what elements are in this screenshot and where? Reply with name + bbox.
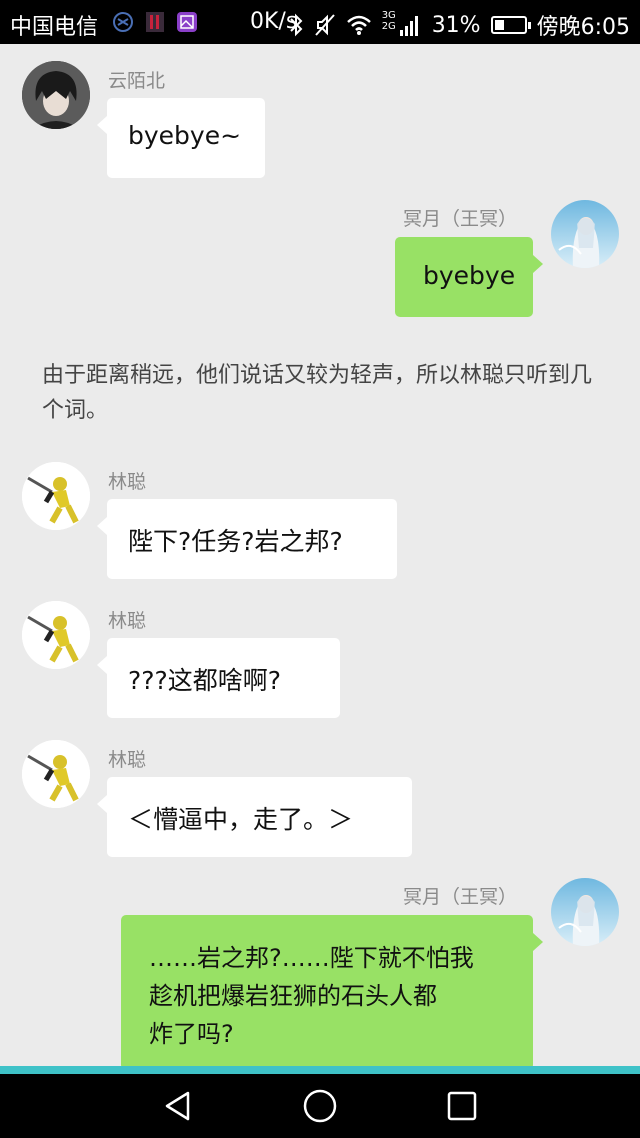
cellular-signal-icon: 3G 2G xyxy=(382,10,422,38)
narration-text: 由于距离稍远，他们说话又较为轻声，所以林聪只听到几个词。 xyxy=(42,363,593,423)
avatar-anime-girl-icon xyxy=(551,878,619,946)
message-text: ???这都啥啊? xyxy=(128,666,282,695)
mute-icon xyxy=(314,14,335,36)
avatar-yellow-ranger-icon xyxy=(22,462,90,530)
message-text: ＜懵逼中，走了。＞ xyxy=(128,805,354,834)
recent-square-icon[interactable] xyxy=(444,1088,480,1124)
message-text: byebye~ xyxy=(128,121,242,150)
message-bubble[interactable]: 陛下?任务?岩之邦? xyxy=(97,499,397,579)
bluetooth-icon xyxy=(289,13,303,37)
message-text-line: ……岩之邦?……陛下就不怕我 xyxy=(149,944,474,972)
clock: 傍晚6:05 xyxy=(536,15,630,40)
input-accent-line xyxy=(0,1066,640,1074)
avatar[interactable] xyxy=(22,740,90,808)
avatar-dark-hair-icon xyxy=(22,61,90,129)
app-notification-icon xyxy=(113,12,133,32)
avatar[interactable] xyxy=(22,61,90,129)
avatar-yellow-ranger-icon xyxy=(22,601,90,669)
navigation-bar xyxy=(0,1074,640,1138)
status-right-group: 3G 2G 31% 傍晚6:05 xyxy=(288,9,630,41)
message-bubble[interactable]: byebye~ xyxy=(97,98,265,178)
sender-name: 冥月（王冥） xyxy=(403,886,518,908)
sender-name: 林聪 xyxy=(108,749,147,771)
wifi-icon xyxy=(346,15,371,35)
battery-icon xyxy=(490,16,531,34)
sender-name: 云陌北 xyxy=(108,70,166,92)
message-bubble[interactable]: byebye xyxy=(395,237,543,317)
game-notification-icon xyxy=(146,12,164,32)
sender-name: 冥月（王冥） xyxy=(403,208,518,230)
avatar-yellow-ranger-icon xyxy=(22,740,90,808)
sender-name: 林聪 xyxy=(108,471,147,493)
avatar[interactable] xyxy=(22,462,90,530)
message-bubble[interactable]: ＜懵逼中，走了。＞ xyxy=(97,777,412,857)
message-bubble[interactable]: ???这都啥啊? xyxy=(97,638,340,718)
message-text: 陛下?任务?岩之邦? xyxy=(128,527,343,556)
message-text-line: 趁机把爆岩狂狮的石头人都 xyxy=(149,982,437,1010)
home-circle-icon[interactable] xyxy=(302,1088,338,1124)
status-bar: 中国电信 0K/s 3G 2G 31% 傍晚6:05 xyxy=(0,0,640,44)
carrier-label: 中国电信 xyxy=(10,15,99,40)
message-text-line: 炸了吗? xyxy=(149,1020,234,1048)
avatar[interactable] xyxy=(551,878,619,946)
message-text: byebye xyxy=(423,261,516,290)
gallery-notification-icon xyxy=(177,12,197,32)
back-triangle-icon[interactable] xyxy=(160,1088,196,1124)
avatar[interactable] xyxy=(551,200,619,268)
sender-name: 林聪 xyxy=(108,610,147,632)
avatar-anime-girl-icon xyxy=(551,200,619,268)
battery-percent: 31% xyxy=(431,12,481,38)
avatar[interactable] xyxy=(22,601,90,669)
message-bubble[interactable]: ……岩之邦?……陛下就不怕我 趁机把爆岩狂狮的石头人都 炸了吗? xyxy=(121,915,543,1070)
